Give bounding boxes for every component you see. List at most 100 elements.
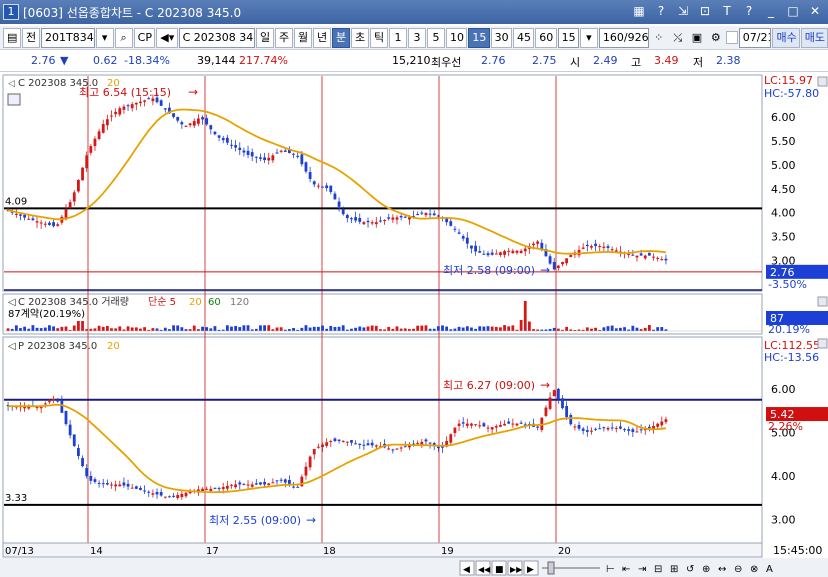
period-tick[interactable]: 틱 [370, 27, 389, 48]
candle-body [556, 388, 560, 400]
volume-bar [52, 326, 55, 331]
candle-body [370, 222, 374, 224]
candle-body [209, 125, 213, 130]
interval-dropdown-icon[interactable]: ▾ [579, 27, 598, 48]
interval-30[interactable]: 30 [490, 27, 512, 48]
name-input[interactable]: C 202308 345 [178, 27, 256, 48]
volume-bar [263, 325, 266, 331]
code-input[interactable]: 201T8345 [41, 27, 95, 48]
grid-icon[interactable]: ▦ [630, 3, 648, 20]
link-icon[interactable]: ⇲ [674, 3, 692, 20]
interval-input[interactable]: 15 [557, 27, 579, 48]
put-legend-ma: 20 [107, 341, 120, 352]
tool-icon-5[interactable]: ⊞ [670, 564, 678, 575]
interval-60[interactable]: 60 [535, 27, 557, 48]
candle-body [230, 144, 233, 146]
gear-icon[interactable]: ⚙ [707, 28, 725, 48]
text-tool-icon[interactable]: A [766, 564, 773, 575]
period-month[interactable]: 월 [294, 27, 313, 48]
capture-icon[interactable]: ⊡ [696, 3, 714, 20]
volume-bar [77, 321, 80, 331]
font-icon[interactable]: T [718, 3, 736, 20]
volume-bar [490, 326, 494, 331]
date-checkbox[interactable] [725, 31, 738, 44]
volume-bar [408, 329, 411, 331]
interval-5[interactable]: 5 [427, 27, 446, 48]
volume-bar [511, 325, 515, 331]
period-week[interactable]: 주 [275, 27, 294, 48]
candle-body [449, 434, 453, 443]
help-icon[interactable]: ? [652, 3, 670, 20]
interval-45[interactable]: 45 [512, 27, 535, 48]
y-tick-label: 4.00 [771, 470, 796, 483]
tool-icon-3[interactable]: ⇥ [638, 564, 646, 575]
minimize-icon[interactable]: _ [762, 3, 780, 20]
candle-body [316, 185, 320, 187]
settings-menu-icon[interactable]: ▤ [3, 27, 21, 48]
candle-body [23, 214, 27, 218]
zoom-in-icon[interactable]: ⊕ [702, 564, 710, 575]
candle-body [478, 425, 482, 427]
interval-15[interactable]: 15 [468, 27, 490, 48]
candle-body [114, 484, 118, 487]
put-panel-scroll-handle[interactable] [817, 338, 828, 349]
best-label: 최우선 [431, 56, 462, 69]
count-input[interactable]: 160/926 [598, 27, 649, 48]
interval-1[interactable]: 1 [389, 27, 408, 48]
candle-body [652, 256, 655, 258]
refresh-icon[interactable]: ↺ [686, 564, 694, 575]
period-second[interactable]: 초 [351, 27, 370, 48]
tool-icon-1[interactable]: ⊢ [606, 564, 615, 575]
question-icon[interactable]: ? [740, 3, 758, 20]
period-day[interactable]: 일 [256, 27, 275, 48]
chart-area[interactable]: C 202308 345.0 20 ◁ 최고 6.54 (15:15) → 최저… [0, 73, 828, 577]
save-icon[interactable]: ▣ [688, 28, 706, 48]
volume-bar [188, 329, 192, 331]
tool-icon-4[interactable]: ⊟ [654, 564, 662, 575]
chart-svg[interactable]: C 202308 345.0 20 ◁ 최고 6.54 (15:15) → 최저… [0, 73, 828, 577]
volume-panel-scroll-handle[interactable] [817, 296, 828, 307]
sell-button[interactable]: 매도 [800, 27, 828, 48]
search-icon[interactable]: ⌕ [114, 27, 133, 48]
interval-10[interactable]: 10 [446, 27, 468, 48]
grid-tools-icon[interactable]: ⁘ [650, 28, 668, 48]
pan-icon[interactable]: ↔ [718, 564, 726, 575]
candle-body [461, 422, 465, 424]
cp-icon[interactable]: CP [133, 27, 156, 48]
price-panel-scroll-handle[interactable] [817, 76, 828, 87]
zoom-slider-thumb[interactable] [547, 561, 555, 575]
target-icon[interactable]: ⊗ [750, 564, 758, 575]
price-panel-icon[interactable] [7, 93, 21, 106]
candle-body [134, 102, 138, 105]
period-minute[interactable]: 분 [332, 27, 351, 48]
volume-bar [585, 327, 589, 331]
candle-body [176, 116, 180, 121]
period-year[interactable]: 년 [313, 27, 332, 48]
candle-body [56, 224, 60, 226]
volume-panel-mark: ◁ [8, 297, 16, 308]
close-icon[interactable]: ✕ [806, 3, 824, 20]
interval-3[interactable]: 3 [408, 27, 427, 48]
candle-body [540, 242, 544, 249]
candle-body [408, 217, 411, 220]
candle-body [478, 251, 482, 253]
candle-body [275, 480, 279, 482]
zoom-out-icon[interactable]: ⊖ [734, 564, 742, 575]
jeon-button[interactable]: 전 [22, 27, 40, 48]
code-dropdown-icon[interactable]: ▾ [95, 27, 114, 48]
date-input[interactable]: 07/21 [738, 27, 772, 48]
volume-bar [474, 328, 478, 331]
sound-icon[interactable]: ◀▾ [156, 27, 178, 48]
tool-icon-2[interactable]: ⇤ [622, 564, 630, 575]
candle-body [213, 131, 217, 135]
buy-button[interactable]: 매수 [772, 27, 800, 48]
draw-icon[interactable]: ⤯ [669, 28, 687, 48]
maximize-icon[interactable]: □ [784, 3, 802, 20]
candle-body [188, 123, 192, 126]
y-tick-label: 5.00 [771, 159, 796, 172]
candle-body [134, 486, 138, 489]
candle-body [499, 424, 502, 427]
volume-bar [379, 329, 382, 331]
candle-body [341, 441, 345, 442]
candle-body [494, 253, 498, 255]
